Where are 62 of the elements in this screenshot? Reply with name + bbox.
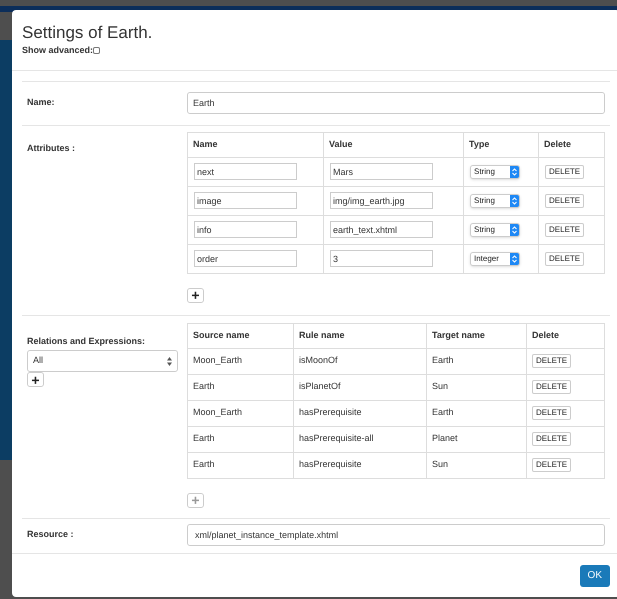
delete-button[interactable]: DELETE: [532, 432, 572, 446]
table-cell: isPlanetOf: [294, 374, 426, 400]
dialog-title: Settings of Earth.: [22, 22, 154, 44]
name-field[interactable]: Earth: [187, 92, 605, 114]
table-cell: Moon_Earth: [188, 400, 294, 426]
delete-button[interactable]: DELETE: [532, 458, 572, 472]
type-select[interactable]: String: [470, 222, 520, 236]
column-header: Type: [464, 132, 538, 157]
relations-filter-select[interactable]: All: [27, 350, 178, 372]
table-cell: Sun: [426, 452, 526, 478]
attribute-value-field[interactable]: 3: [330, 250, 433, 267]
attribute-value-field[interactable]: earth_text.xhtml: [330, 221, 433, 238]
relations-label: Relations and Expressions:: [27, 334, 146, 348]
type-select[interactable]: String: [470, 164, 520, 178]
delete-button[interactable]: DELETE: [532, 354, 572, 368]
select-arrows-icon: [167, 356, 172, 366]
type-select[interactable]: Integer: [470, 252, 520, 266]
name-label: Name:: [26, 96, 56, 110]
table-cell: Earth: [426, 400, 526, 426]
attribute-value-field[interactable]: Mars: [330, 163, 433, 180]
table-cell: Earth: [188, 426, 294, 452]
table-cell: Earth: [188, 374, 294, 400]
stepper-icon: [510, 166, 519, 178]
column-header: Source name: [188, 323, 294, 348]
table-cell: isMoonOf: [294, 348, 426, 374]
attribute-name-field[interactable]: next: [194, 163, 297, 180]
delete-button[interactable]: DELETE: [545, 222, 584, 236]
resource-field[interactable]: xml/planet_instance_template.xhtml: [187, 524, 605, 546]
table-cell: hasPrerequisite: [294, 400, 426, 426]
ok-button[interactable]: OK: [580, 564, 610, 586]
delete-button[interactable]: DELETE: [532, 406, 572, 420]
column-header: Delete: [538, 132, 604, 157]
table-cell: Sun: [426, 374, 526, 400]
delete-button[interactable]: DELETE: [545, 252, 584, 266]
attribute-name-field[interactable]: order: [194, 250, 297, 267]
table-cell: Planet: [426, 426, 526, 452]
column-header: Rule name: [294, 323, 426, 348]
table-cell: hasPrerequisite-all: [294, 426, 426, 452]
column-header: Delete: [526, 323, 604, 348]
type-select[interactable]: String: [470, 194, 520, 208]
show-advanced-checkbox[interactable]: [93, 47, 100, 54]
table-cell: Earth: [188, 452, 294, 478]
delete-button[interactable]: DELETE: [545, 194, 584, 208]
attribute-name-field[interactable]: info: [194, 221, 297, 238]
column-header: Target name: [426, 323, 526, 348]
table-cell: Earth: [426, 348, 526, 374]
column-header: Name: [188, 132, 324, 157]
resource-label: Resource :: [26, 528, 75, 542]
attribute-value-field[interactable]: img/img_earth.jpg: [330, 192, 433, 209]
stepper-icon: [510, 194, 519, 206]
attributes-label: Attributes :: [26, 142, 76, 154]
add-button[interactable]: +: [27, 372, 44, 387]
stepper-icon: [510, 252, 519, 264]
stepper-icon: [510, 224, 519, 236]
attribute-name-field[interactable]: image: [194, 192, 297, 209]
column-header: Value: [324, 132, 464, 157]
table-cell: Moon_Earth: [188, 348, 294, 374]
show-advanced-label: Show advanced:: [22, 44, 94, 57]
delete-button[interactable]: DELETE: [545, 164, 584, 178]
table-cell: hasPrerequisite: [294, 452, 426, 478]
delete-button[interactable]: DELETE: [532, 380, 572, 394]
add-button[interactable]: +: [187, 288, 204, 302]
